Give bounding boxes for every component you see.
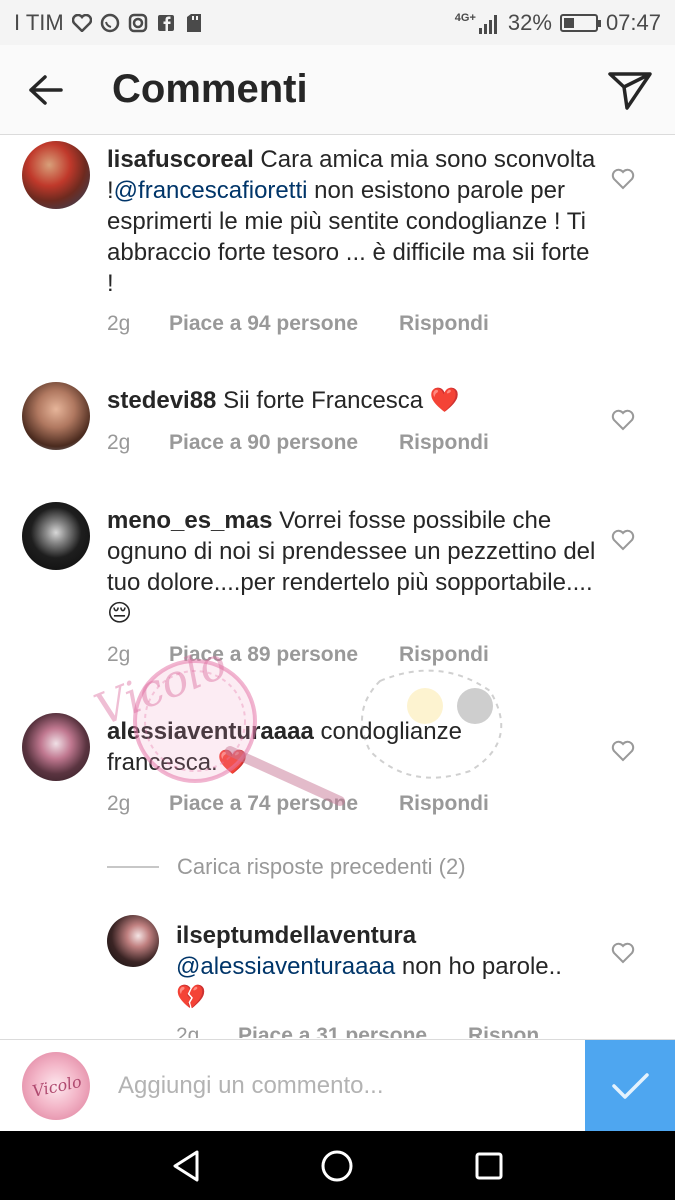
nav-home-button[interactable]	[307, 1136, 367, 1196]
sd-card-icon	[184, 13, 204, 33]
avatar[interactable]	[22, 141, 90, 209]
like-button[interactable]	[606, 523, 640, 557]
likes-count[interactable]: Piace a 90 persone	[169, 431, 399, 455]
divider-line	[107, 866, 159, 868]
comment-time: 2g	[176, 1024, 200, 1038]
like-button[interactable]	[606, 162, 640, 196]
likes-count[interactable]: Piace a 89 persone	[169, 643, 399, 667]
comment-text: lisafuscoreal Cara amica mia sono sconvo…	[107, 144, 597, 299]
clock: 07:47	[605, 9, 661, 35]
checkmark-icon	[612, 1073, 649, 1099]
page-title: Commenti	[112, 67, 308, 111]
comment-text: ilseptumdellaventura @alessiaventuraaaa …	[176, 920, 576, 1013]
comment-mention[interactable]: @francescafioretti	[114, 177, 308, 204]
like-button[interactable]	[606, 734, 640, 768]
heart-icon	[611, 168, 635, 190]
instagram-notification-icon	[128, 13, 148, 33]
reply-button[interactable]: Rispondi	[399, 431, 489, 455]
svg-text:Vicolo: Vicolo	[31, 1072, 84, 1101]
comment-body: Sii forte Francesca ❤️	[216, 387, 460, 414]
arrow-left-icon	[29, 74, 63, 105]
heart-icon	[611, 529, 635, 551]
likes-count[interactable]: Piace a 74 persone	[169, 792, 399, 816]
facebook-notification-icon	[156, 13, 176, 33]
comment-username[interactable]: lisafuscoreal	[107, 146, 254, 173]
battery-level-fill	[563, 17, 574, 28]
avatar[interactable]	[22, 713, 90, 781]
back-button[interactable]	[0, 45, 90, 135]
signal-icon: 4G+	[455, 12, 500, 34]
square-recents-icon	[475, 1152, 503, 1179]
reply-button[interactable]: Rispondi	[399, 643, 489, 667]
share-button[interactable]	[585, 45, 675, 135]
comment-mention[interactable]: @alessiaventuraaaa	[176, 953, 395, 980]
battery-percent: 32%	[507, 9, 552, 35]
comment-time: 2g	[107, 643, 131, 666]
load-previous-label: Carica risposte precedenti (2)	[177, 854, 466, 879]
reply-button[interactable]: Rispon	[468, 1024, 539, 1038]
nav-back-button[interactable]	[156, 1136, 216, 1196]
comment-meta: 2g Piace a 90 persone Rispondi	[107, 431, 489, 455]
heart-icon	[611, 409, 635, 431]
comment-meta: 2g Piace a 74 persone Rispondi	[107, 792, 489, 816]
comment-text: meno_es_mas Vorrei fosse possibile che o…	[107, 505, 597, 629]
like-button[interactable]	[606, 936, 640, 970]
avatar[interactable]	[22, 502, 90, 570]
post-comment-button[interactable]	[585, 1040, 675, 1132]
comment-username[interactable]: ilseptumdellaventura	[176, 922, 416, 949]
comment-time: 2g	[107, 312, 131, 335]
battery-icon	[559, 13, 601, 32]
comment-text: stedevi88 Sii forte Francesca ❤️	[107, 385, 597, 416]
comments-list[interactable]: lisafuscoreal Cara amica mia sono sconvo…	[0, 136, 675, 1038]
triangle-back-icon	[173, 1150, 199, 1181]
whatsapp-notification-icon	[100, 13, 120, 33]
avatar[interactable]	[22, 382, 90, 450]
heart-icon	[611, 740, 635, 762]
comment-input[interactable]	[118, 1062, 568, 1110]
comment-time: 2g	[107, 431, 131, 454]
reply-button[interactable]: Rispondi	[399, 792, 489, 816]
comment-username[interactable]: meno_es_mas	[107, 507, 272, 534]
comment-meta: 2g Piace a 31 persone Rispon	[176, 1024, 539, 1038]
status-bar: I TIM 4G+ 32% 07:47	[0, 0, 675, 45]
load-previous-replies[interactable]: Carica risposte precedenti (2)	[107, 854, 466, 880]
system-nav-bar	[0, 1131, 675, 1200]
comment-time: 2g	[107, 792, 131, 815]
comment-meta: 2g Piace a 89 persone Rispondi	[107, 643, 489, 667]
heart-notification-icon	[71, 13, 92, 33]
avatar[interactable]	[107, 915, 159, 967]
comment-username[interactable]: stedevi88	[107, 387, 216, 414]
header: Commenti	[0, 45, 675, 135]
likes-count[interactable]: Piace a 94 persone	[169, 312, 399, 336]
comment-meta: 2g Piace a 94 persone Rispondi	[107, 312, 489, 336]
comment-text: alessiaventuraaaa condoglianze francesca…	[107, 716, 527, 778]
carrier-label: I TIM	[14, 9, 64, 35]
network-type-label: 4G+	[454, 11, 476, 24]
reply-button[interactable]: Rispondi	[399, 312, 489, 336]
avatar: Vicolo	[22, 1052, 90, 1120]
likes-count[interactable]: Piace a 31 persone	[238, 1024, 468, 1038]
comment-username[interactable]: alessiaventuraaaa	[107, 718, 314, 745]
comment-composer: Vicolo	[0, 1039, 675, 1132]
profile-logo-icon: Vicolo	[31, 1072, 84, 1101]
heart-icon	[611, 942, 635, 964]
circle-home-icon	[321, 1150, 353, 1181]
nav-recents-button[interactable]	[459, 1136, 519, 1196]
like-button[interactable]	[606, 403, 640, 437]
send-direct-icon	[608, 71, 652, 110]
